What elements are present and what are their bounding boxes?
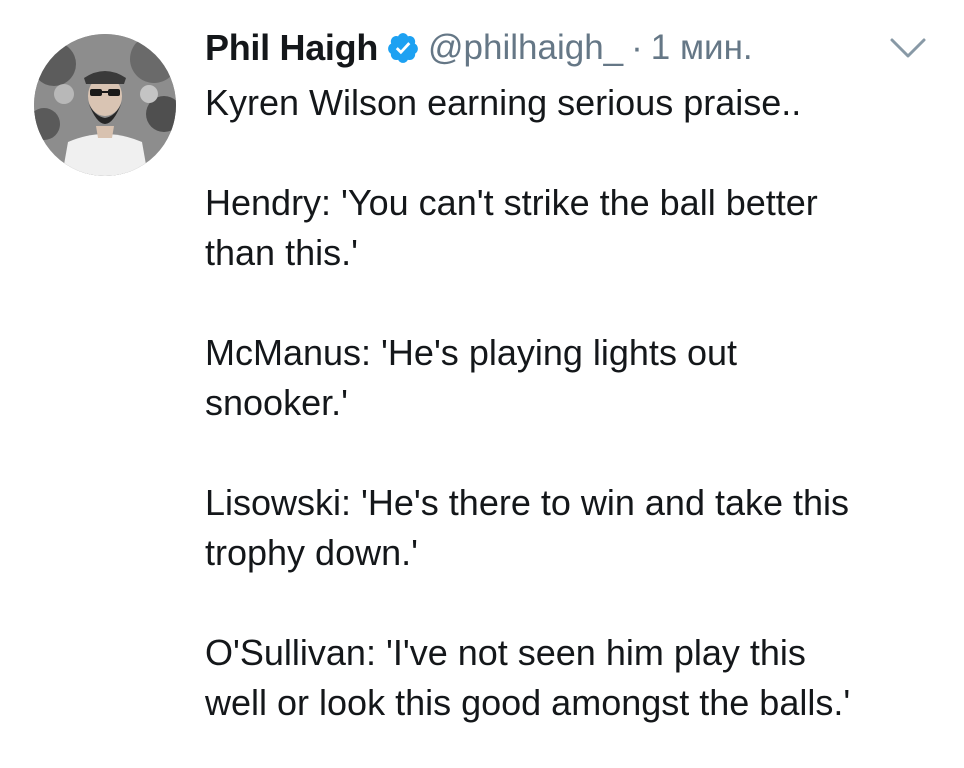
avatar-photo-icon [34, 34, 176, 176]
user-handle[interactable]: @philhaigh_ [428, 28, 623, 68]
text-line: Kyren Wilson earning serious praise.. [205, 82, 802, 123]
text-line: McManus: 'He's playing lights out [205, 332, 737, 373]
tweet-text: Kyren Wilson earning serious praise.. He… [205, 78, 945, 728]
timestamp[interactable]: 1 мин. [651, 28, 753, 68]
separator-dot: · [631, 28, 643, 67]
text-line: trophy down.' [205, 532, 418, 573]
tweet-paragraph: McManus: 'He's playing lights out snooke… [205, 328, 945, 428]
text-line: O'Sullivan: 'I've not seen him play this [205, 632, 806, 673]
tweet-paragraph: O'Sullivan: 'I've not seen him play this… [205, 628, 945, 728]
tweet-paragraph: Kyren Wilson earning serious praise.. [205, 78, 945, 128]
verified-badge-icon [386, 31, 420, 65]
text-line: Lisowski: 'He's there to win and take th… [205, 482, 850, 523]
text-line: than this.' [205, 232, 358, 273]
tweet-paragraph: Hendry: 'You can't strike the ball bette… [205, 178, 945, 278]
display-name[interactable]: Phil Haigh [205, 27, 378, 69]
tweet[interactable]: Phil Haigh @philhaigh_ · 1 мин. Kyren Wi… [0, 0, 964, 768]
text-line: Hendry: 'You can't strike the ball bette… [205, 182, 818, 223]
avatar[interactable] [34, 34, 176, 176]
tweet-paragraph: Lisowski: 'He's there to win and take th… [205, 478, 945, 578]
text-line: well or look this good amongst the balls… [205, 682, 851, 723]
chevron-down-icon[interactable] [888, 34, 928, 62]
tweet-header: Phil Haigh @philhaigh_ · 1 мин. [205, 22, 753, 74]
text-line: snooker.' [205, 382, 348, 423]
